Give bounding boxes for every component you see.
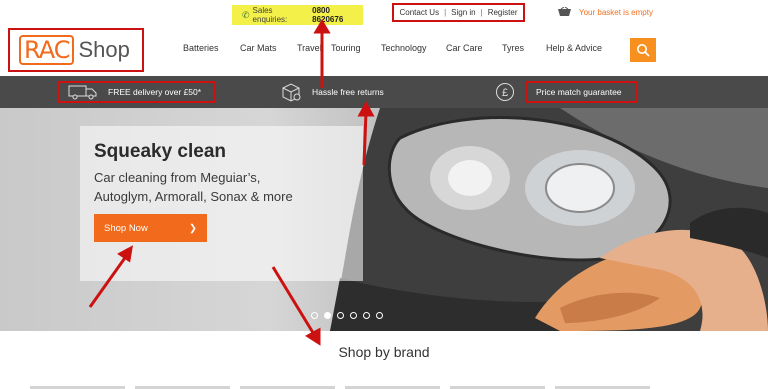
- annotation-arrow: [88, 254, 129, 308]
- annotation-arrowhead: [357, 100, 375, 117]
- annotation-arrows: [88, 19, 375, 346]
- annotation-arrow: [271, 266, 317, 337]
- annotation-arrowhead: [305, 327, 321, 346]
- annotation-arrowhead: [117, 245, 133, 263]
- annotation-arrowhead: [313, 19, 331, 34]
- annotation-arrow: [362, 111, 368, 166]
